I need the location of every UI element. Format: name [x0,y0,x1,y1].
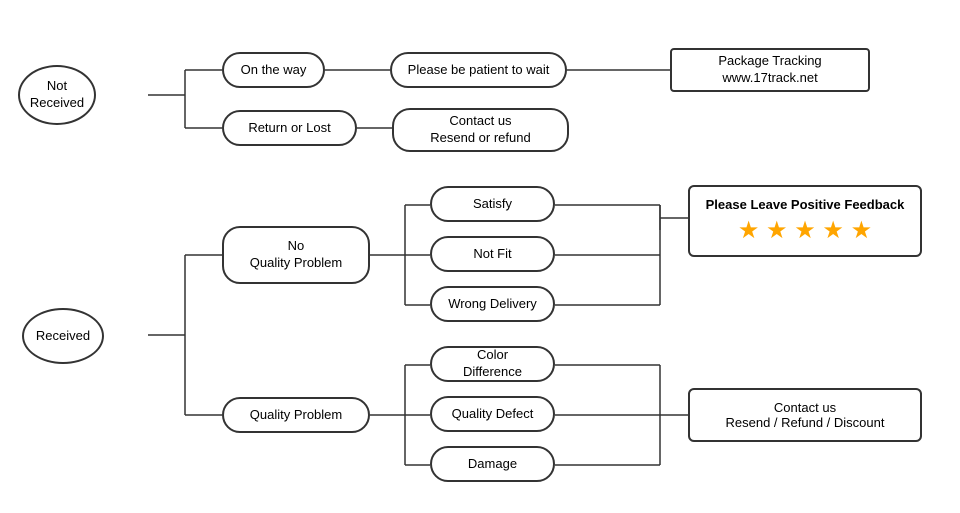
satisfy-node: Satisfy [430,186,555,222]
feedback-label: Please Leave Positive Feedback [704,197,906,212]
no-quality-problem-node: No Quality Problem [222,226,370,284]
color-difference-node: Color Difference [430,346,555,382]
contact-resend-discount-box: Contact us Resend / Refund / Discount [688,388,922,442]
quality-problem-node: Quality Problem [222,397,370,433]
diagram: Not Received On the way Return or Lost P… [0,0,960,513]
star-icons: ★ ★ ★ ★ ★ [704,216,906,245]
package-tracking-node: Package Tracking www.17track.net [670,48,870,92]
on-the-way-node: On the way [222,52,325,88]
not-fit-node: Not Fit [430,236,555,272]
contact-label: Contact us Resend / Refund / Discount [704,400,906,430]
feedback-box: Please Leave Positive Feedback ★ ★ ★ ★ ★ [688,185,922,257]
please-be-patient-node: Please be patient to wait [390,52,567,88]
not-received-node: Not Received [18,65,96,125]
damage-node: Damage [430,446,555,482]
quality-defect-node: Quality Defect [430,396,555,432]
wrong-delivery-node: Wrong Delivery [430,286,555,322]
contact-resend-refund-node: Contact us Resend or refund [392,108,569,152]
received-node: Received [22,308,104,364]
return-or-lost-node: Return or Lost [222,110,357,146]
